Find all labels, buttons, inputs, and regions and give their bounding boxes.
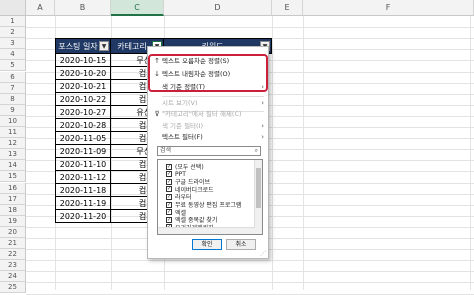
list-horizontal-scrollbar[interactable]	[158, 227, 255, 234]
row-header[interactable]: 2	[0, 27, 26, 39]
row-header[interactable]: 16	[0, 182, 26, 194]
table-cell-date[interactable]: 2020-10-21	[55, 80, 111, 93]
ok-button[interactable]: 확인	[192, 239, 222, 250]
checkbox-checked-icon[interactable]: ✓	[166, 216, 172, 223]
text-filter-item[interactable]: 텍스트 필터(F) ›	[148, 131, 268, 144]
table-cell-date[interactable]: 2020-11-05	[55, 132, 111, 145]
cancel-button[interactable]: 취소	[226, 239, 256, 250]
filter-dropdown-date[interactable]: ▼	[99, 41, 109, 51]
table-cell-date[interactable]: 2020-10-27	[55, 106, 111, 119]
row-header[interactable]: 12	[0, 138, 26, 150]
row-header[interactable]: 14	[0, 160, 26, 172]
row-header[interactable]: 21	[0, 238, 26, 250]
column-header-a[interactable]: A	[26, 0, 55, 16]
select-all-corner[interactable]	[0, 0, 26, 16]
column-header-b[interactable]: B	[55, 0, 111, 16]
row-header[interactable]: 17	[0, 193, 26, 205]
table-cell-date[interactable]: 2020-11-20	[55, 210, 111, 223]
row-header[interactable]: 3	[0, 38, 26, 50]
row-header[interactable]: 25	[0, 282, 26, 294]
checkbox-checked-icon[interactable]: ✓	[166, 186, 172, 193]
checkbox-checked-icon[interactable]: ✓	[166, 193, 172, 200]
table-cell-date[interactable]: 2020-11-12	[55, 171, 111, 184]
column-header-c[interactable]: C	[111, 0, 164, 16]
search-icon: ⌕	[254, 147, 258, 154]
row-header[interactable]: 7	[0, 82, 26, 94]
text-filter-label: 텍스트 필터(F)	[162, 133, 203, 141]
row-header[interactable]: 9	[0, 104, 26, 116]
table-cell-date[interactable]: 2020-11-18	[55, 184, 111, 197]
table-cell-date[interactable]: 2020-11-09	[55, 145, 111, 158]
filter-value-list: ✓ (모두 선택) ✓ PPT ✓ 구글 드라이브 ✓ 네이버디크로드 ✓ 라우터 ✓ 무료 동영상 …	[157, 159, 263, 235]
column-header-f[interactable]: F	[303, 0, 474, 16]
row-header[interactable]: 5	[0, 60, 26, 72]
row-header[interactable]: 15	[0, 171, 26, 183]
row-header[interactable]: 23	[0, 260, 26, 272]
checkbox-checked-icon[interactable]: ✓	[166, 178, 172, 185]
row-header[interactable]: 18	[0, 204, 26, 216]
checkbox-checked-icon[interactable]: ✓	[166, 209, 172, 216]
checkbox-checked-icon[interactable]: ✓	[166, 201, 172, 208]
table-cell-date[interactable]: 2020-10-15	[55, 54, 111, 67]
row-header[interactable]: 24	[0, 271, 26, 283]
table-cell-date[interactable]: 2020-11-10	[55, 158, 111, 171]
sort-options-highlight	[148, 54, 268, 92]
column-header-d[interactable]: D	[164, 0, 272, 16]
row-header[interactable]: 19	[0, 215, 26, 227]
list-vertical-scrollbar[interactable]	[254, 160, 262, 234]
resize-grip-icon[interactable]: ⋰	[260, 250, 266, 257]
row-header[interactable]: 6	[0, 71, 26, 83]
row-header[interactable]: 4	[0, 49, 26, 61]
table-cell-date[interactable]: 2020-10-22	[55, 93, 111, 106]
row-header[interactable]: 1	[0, 16, 26, 28]
table-cell-date[interactable]: 2020-11-19	[55, 197, 111, 210]
list-scroll-thumb[interactable]	[256, 168, 261, 208]
search-placeholder: 검색	[160, 147, 172, 154]
column-header-e[interactable]: E	[272, 0, 303, 16]
submenu-arrow-icon: ›	[261, 133, 264, 141]
table-cell-date[interactable]: 2020-10-28	[55, 119, 111, 132]
row-header[interactable]: 10	[0, 115, 26, 127]
row-header[interactable]: 11	[0, 127, 26, 139]
clear-filter-icon: ⊽	[154, 110, 160, 118]
header-posting-date: 포스팅 일자 ▼	[55, 38, 111, 54]
filter-search-input[interactable]: 검색 ⌕	[157, 146, 261, 156]
checkbox-checked-icon[interactable]: ✓	[166, 163, 172, 170]
row-header[interactable]: 8	[0, 93, 26, 105]
checkbox-checked-icon[interactable]: ✓	[166, 171, 172, 178]
table-cell-date[interactable]: 2020-10-20	[55, 67, 111, 80]
row-header[interactable]: 13	[0, 149, 26, 161]
row-header[interactable]: 22	[0, 249, 26, 261]
row-header[interactable]: 20	[0, 226, 26, 238]
